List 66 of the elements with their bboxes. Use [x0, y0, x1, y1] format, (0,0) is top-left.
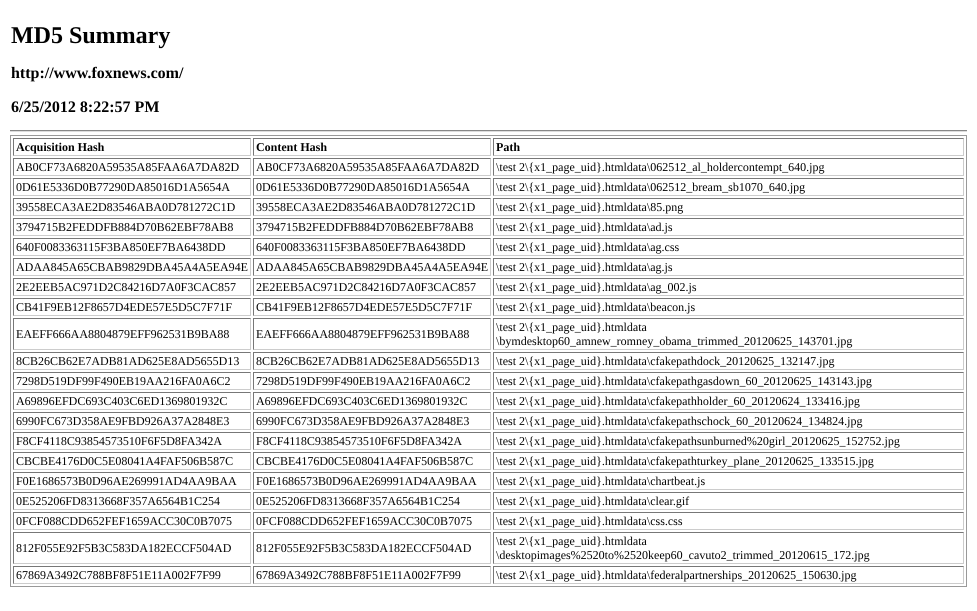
table-cell: \test 2\{x1_page_uid}.htmldata\cfakepathholder_60_20120624_133416.jpg — [493, 392, 964, 410]
table-cell: CBCBE4176D0C5E08041A4FAF506B587C — [253, 452, 492, 470]
table-cell: 0E525206FD8313668F357A6564B1C254 — [13, 492, 252, 510]
table-cell: A69896EFDC693C403C6ED1369801932C — [253, 392, 492, 410]
table-cell: CB41F9EB12F8657D4EDE57E5D5C7F71F — [253, 298, 492, 316]
table-cell: \test 2\{x1_page_uid}.htmldata \desktopimages%2520to%2520keep60_cavuto2_trimmed_20120615_172.jpg — [493, 532, 964, 564]
table-cell: 2E2EEB5AC971D2C84216D7A0F3CAC857 — [253, 278, 492, 296]
table-cell: \test 2\{x1_page_uid}.htmldata\beacon.js — [493, 298, 964, 316]
table-cell: 3794715B2FEDDFB884D70B62EBF78AB8 — [253, 218, 492, 236]
table-cell: 8CB26CB62E7ADB81AD625E8AD5655D13 — [13, 352, 252, 370]
table-cell: \test 2\{x1_page_uid}.htmldata\062512_bream_sb1070_640.jpg — [493, 178, 964, 196]
table-cell: ADAA845A65CBAB9829DBA45A4A5EA94E — [13, 258, 252, 276]
table-cell: 0D61E5336D0B77290DA85016D1A5654A — [253, 178, 492, 196]
table-cell: EAEFF666AA8804879EFF962531B9BA88 — [253, 318, 492, 350]
table-cell: F0E1686573B0D96AE269991AD4AA9BAA — [13, 472, 252, 490]
table-cell: 7298D519DF99F490EB19AA216FA0A6C2 — [253, 372, 492, 390]
table-cell: \test 2\{x1_page_uid}.htmldata\cfakepathsunburned%20girl_20120625_152752.jpg — [493, 432, 964, 450]
table-cell: AB0CF73A6820A59535A85FAA6A7DA82D — [13, 158, 252, 176]
table-cell: F8CF4118C93854573510F6F5D8FA342A — [253, 432, 492, 450]
table-cell: \test 2\{x1_page_uid}.htmldata\85.png — [493, 198, 964, 216]
table-cell: 812F055E92F5B3C583DA182ECCF504AD — [13, 532, 252, 564]
date-heading: 6/25/2012 8:22:57 PM — [11, 98, 160, 118]
table-cell: CBCBE4176D0C5E08041A4FAF506B587C — [13, 452, 252, 470]
table-cell: ADAA845A65CBAB9829DBA45A4A5EA94E — [253, 258, 492, 276]
page-title: MD5 Summary — [11, 22, 172, 50]
table-cell: 3794715B2FEDDFB884D70B62EBF78AB8 — [13, 218, 252, 236]
table-cell: \test 2\{x1_page_uid}.htmldata \bymdesktop60_amnew_romney_obama_trimmed_20120625_143701.jpg — [493, 318, 964, 350]
table-cell: \test 2\{x1_page_uid}.htmldata\cfakepathdock_20120625_132147.jpg — [493, 352, 964, 370]
table-cell: 640F0083363115F3BA850EF7BA6438DD — [253, 238, 492, 256]
table-cell: \test 2\{x1_page_uid}.htmldata\cfakepathturkey_plane_20120625_133515.jpg — [493, 452, 964, 470]
table-cell: 6990FC673D358AE9FBD926A37A2848E3 — [13, 412, 252, 430]
table-cell: 7298D519DF99F490EB19AA216FA0A6C2 — [13, 372, 252, 390]
table-cell: AB0CF73A6820A59535A85FAA6A7DA82D — [253, 158, 492, 176]
table-cell: \test 2\{x1_page_uid}.htmldata\chartbeat.js — [493, 472, 964, 490]
table-cell: \test 2\{x1_page_uid}.htmldata\ag_002.js — [493, 278, 964, 296]
table-cell: \test 2\{x1_page_uid}.htmldata\062512_al_holdercontempt_640.jpg — [493, 158, 964, 176]
column-header: Path — [493, 138, 964, 156]
table-cell: 6990FC673D358AE9FBD926A37A2848E3 — [253, 412, 492, 430]
column-header: Acquisition Hash — [13, 138, 252, 156]
table-cell: \test 2\{x1_page_uid}.htmldata\clear.gif — [493, 492, 964, 510]
table-cell: F0E1686573B0D96AE269991AD4AA9BAA — [253, 472, 492, 490]
table-cell: 0FCF088CDD652FEF1659ACC30C0B7075 — [13, 512, 252, 530]
table-cell: EAEFF666AA8804879EFF962531B9BA88 — [13, 318, 252, 350]
table-cell: \test 2\{x1_page_uid}.htmldata\cfakepathgasdown_60_20120625_143143.jpg — [493, 372, 964, 390]
table-cell: \test 2\{x1_page_uid}.htmldata\federalpartnerships_20120625_150630.jpg — [493, 566, 964, 584]
table-cell: A69896EFDC693C403C6ED1369801932C — [13, 392, 252, 410]
column-header: Content Hash — [253, 138, 492, 156]
table-cell: 39558ECA3AE2D83546ABA0D781272C1D — [253, 198, 492, 216]
table-cell: 67869A3492C788BF8F51E11A002F7F99 — [253, 566, 492, 584]
table-cell: \test 2\{x1_page_uid}.htmldata\ad.js — [493, 218, 964, 236]
table-cell: \test 2\{x1_page_uid}.htmldata\cfakepathschock_60_20120624_134824.jpg — [493, 412, 964, 430]
table-cell: \test 2\{x1_page_uid}.htmldata\ag.css — [493, 238, 964, 256]
table-cell: 67869A3492C788BF8F51E11A002F7F99 — [13, 566, 252, 584]
table-cell: \test 2\{x1_page_uid}.htmldata\css.css — [493, 512, 964, 530]
table-cell: CB41F9EB12F8657D4EDE57E5D5C7F71F — [13, 298, 252, 316]
table-cell: 2E2EEB5AC971D2C84216D7A0F3CAC857 — [13, 278, 252, 296]
table-cell: \test 2\{x1_page_uid}.htmldata\ag.js — [493, 258, 964, 276]
table-cell: 8CB26CB62E7ADB81AD625E8AD5655D13 — [253, 352, 492, 370]
table-cell: 39558ECA3AE2D83546ABA0D781272C1D — [13, 198, 252, 216]
url-heading: http://www.foxnews.com/ — [11, 64, 184, 84]
table-cell: 640F0083363115F3BA850EF7BA6438DD — [13, 238, 252, 256]
table-cell: F8CF4118C93854573510F6F5D8FA342A — [13, 432, 252, 450]
table-cell: 812F055E92F5B3C583DA182ECCF504AD — [253, 532, 492, 564]
table-cell: 0E525206FD8313668F357A6564B1C254 — [253, 492, 492, 510]
table-cell: 0FCF088CDD652FEF1659ACC30C0B7075 — [253, 512, 492, 530]
table-cell: 0D61E5336D0B77290DA85016D1A5654A — [13, 178, 252, 196]
